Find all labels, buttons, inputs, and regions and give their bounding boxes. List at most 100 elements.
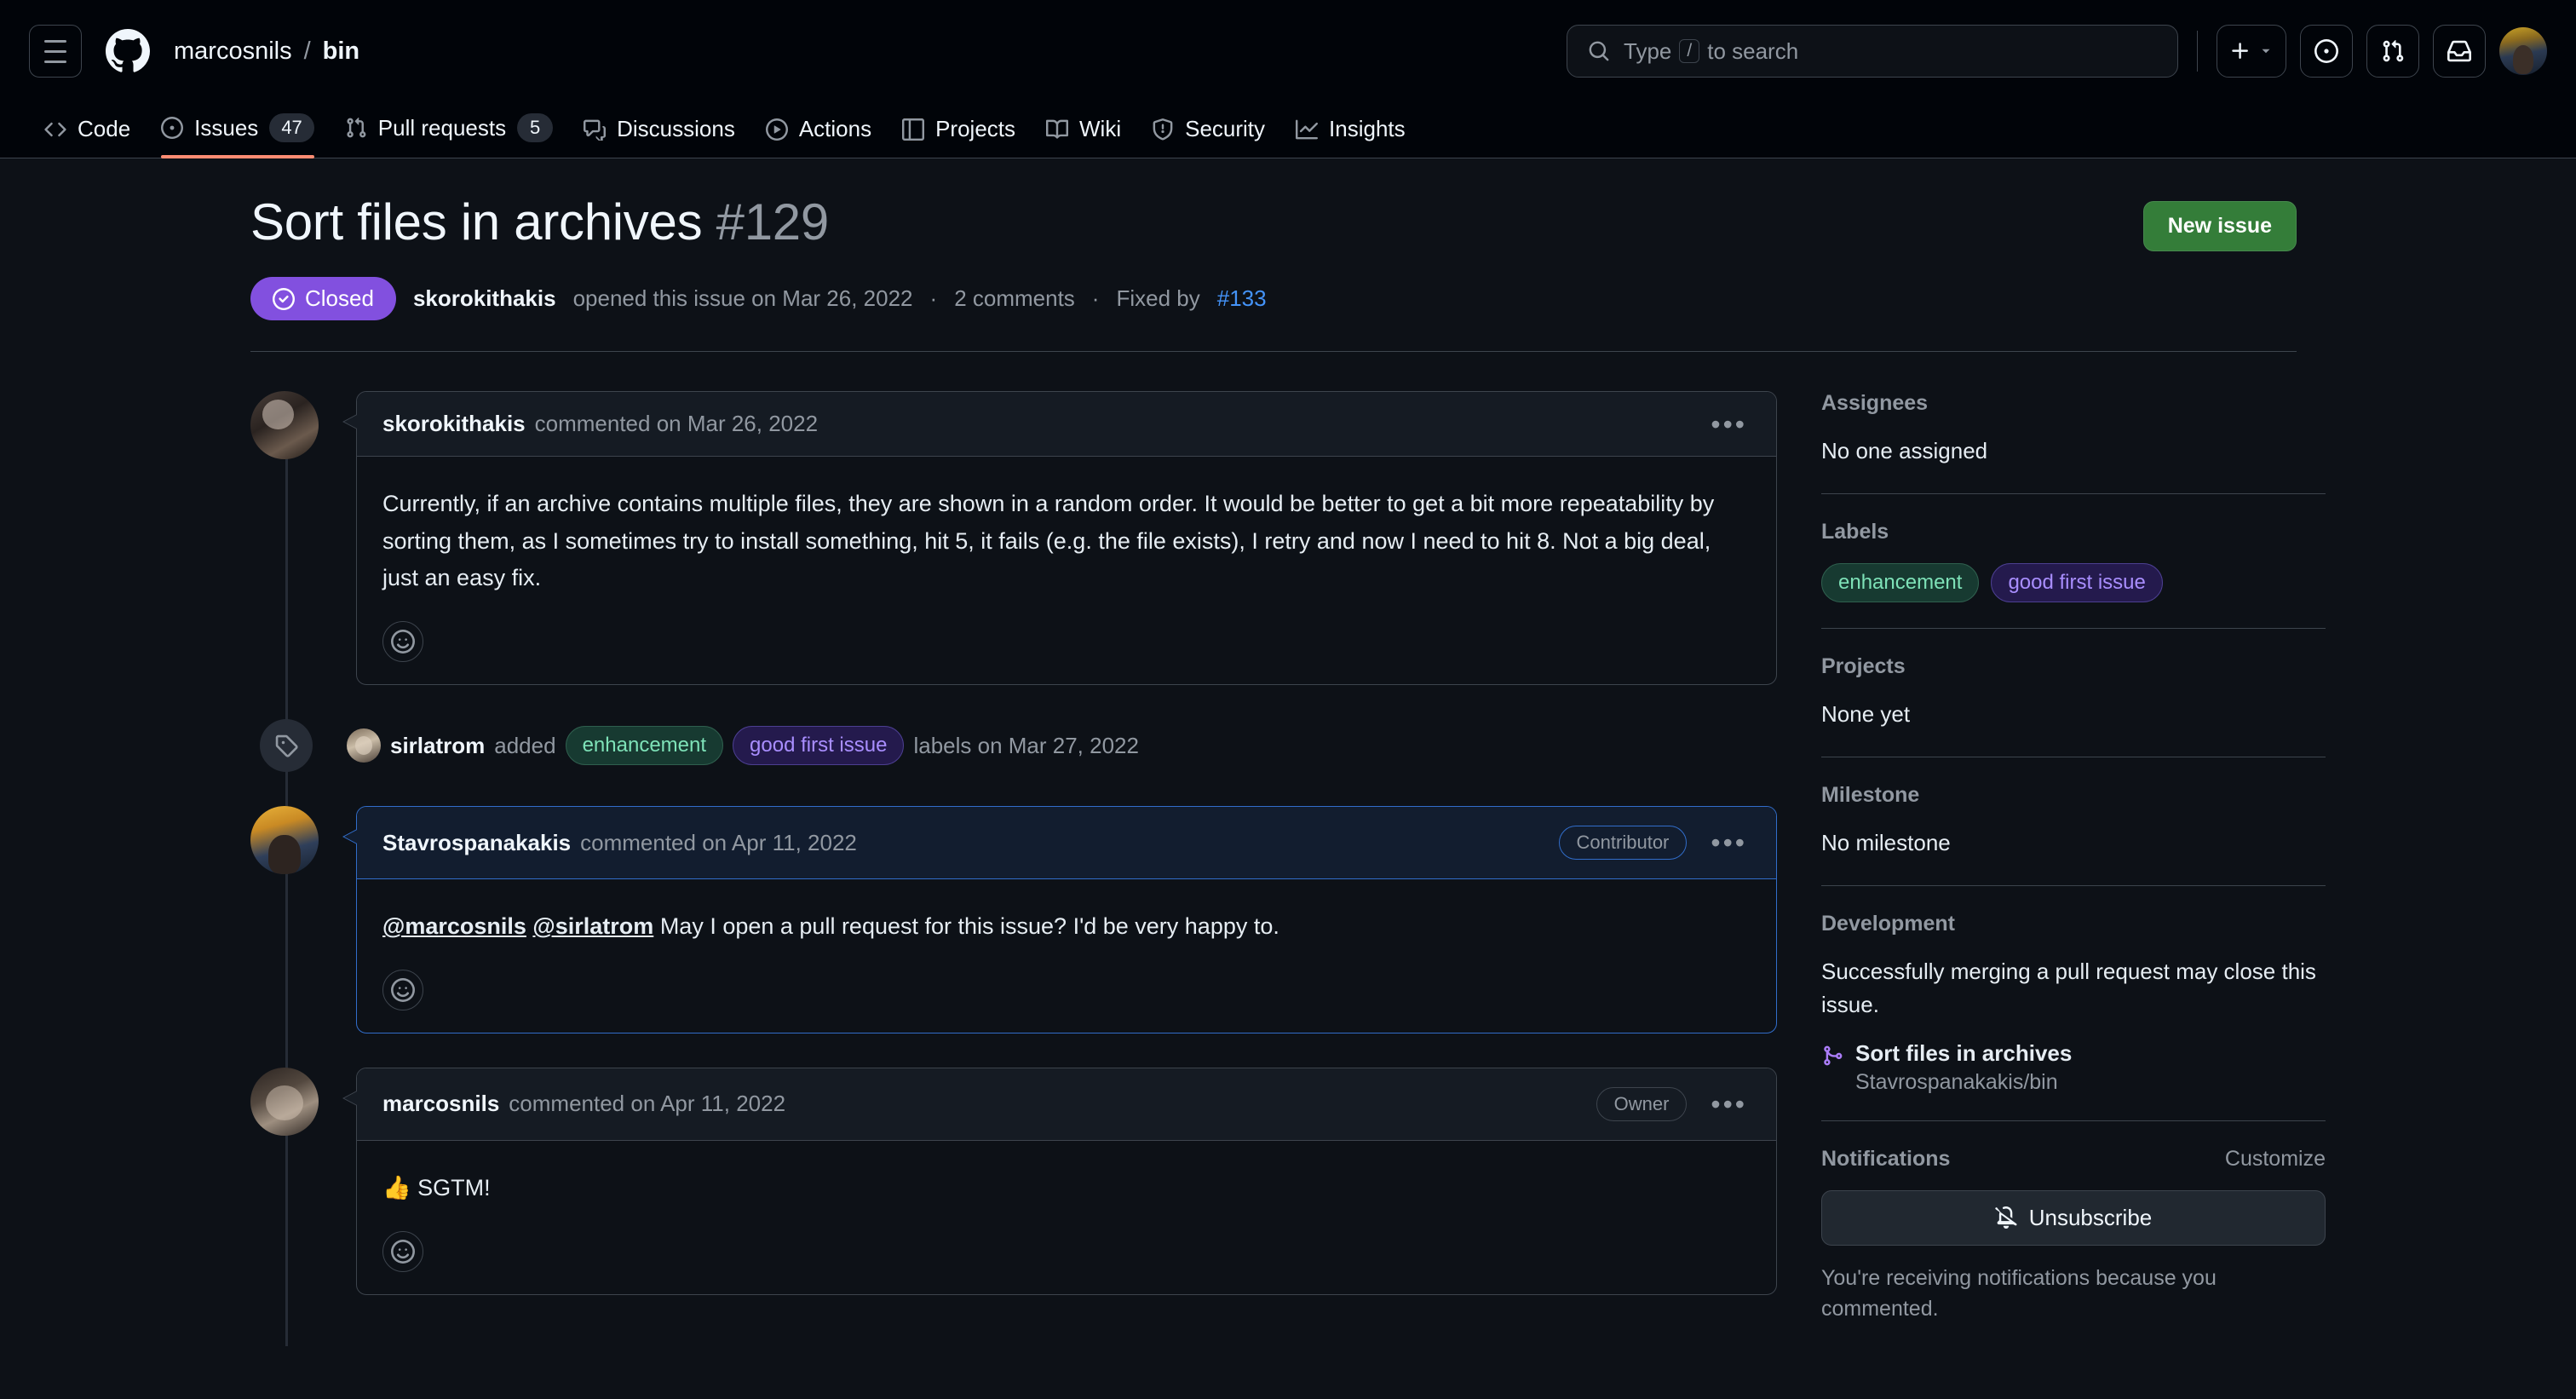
development-heading[interactable]: Development — [1821, 912, 1955, 936]
avatar[interactable] — [250, 391, 319, 459]
comment-reactions — [357, 613, 1776, 684]
kebab-horizontal-icon[interactable]: ••• — [1707, 1091, 1751, 1118]
avatar[interactable] — [347, 728, 381, 763]
tab-insights[interactable]: Insights — [1280, 116, 1421, 158]
tab-actions[interactable]: Actions — [750, 116, 887, 158]
status-badge: Closed — [250, 277, 396, 320]
comment-box: marcosnils commented on Apr 11, 2022 Own… — [342, 1067, 1777, 1295]
comment-text: 👍 SGTM! — [382, 1174, 491, 1200]
issue-number: #129 — [716, 193, 830, 250]
create-new-button[interactable] — [2217, 25, 2286, 78]
shield-icon — [1153, 118, 1173, 140]
smiley-icon[interactable] — [382, 969, 423, 1010]
status-badge-label: Closed — [305, 285, 374, 311]
breadcrumb-separator: / — [303, 37, 311, 65]
assignees-heading[interactable]: Assignees — [1821, 391, 1928, 416]
unsubscribe-button[interactable]: Unsubscribe — [1821, 1189, 2326, 1246]
issue-closed-icon — [273, 287, 295, 310]
timeline-comment: marcosnils commented on Apr 11, 2022 Own… — [250, 1067, 1777, 1295]
projects-value: None yet — [1821, 700, 1911, 727]
linked-pr-title: Sort files in archives — [1855, 1039, 2073, 1066]
issue-opened-text: opened this issue on Mar 26, 2022 — [572, 285, 913, 311]
comment-reactions — [357, 1223, 1776, 1294]
sidebar-section-labels: Labels enhancement good first issue — [1821, 493, 2326, 628]
tab-pull-requests[interactable]: Pull requests 5 — [330, 113, 568, 158]
linked-pull-request[interactable]: Sort files in archives Stavrospanakakis/… — [1821, 1040, 2326, 1095]
tab-projects[interactable]: Projects — [887, 116, 1031, 158]
fixed-by-link[interactable]: #133 — [1217, 285, 1267, 312]
comment-header: marcosnils commented on Apr 11, 2022 Own… — [357, 1068, 1776, 1141]
search-input[interactable]: Type / to search — [1567, 25, 2178, 78]
event-actor[interactable]: sirlatrom — [390, 733, 485, 759]
notifications-heading: Notifications — [1821, 1146, 1951, 1171]
code-icon — [44, 122, 66, 136]
tab-discussions-label: Discussions — [617, 116, 735, 141]
label-chip-enhancement[interactable]: enhancement — [565, 726, 724, 765]
sidebar-section-development: Development Successfully merging a pull … — [1821, 884, 2326, 1120]
timeline: skorokithakis commented on Mar 26, 2022 … — [250, 391, 1777, 1346]
your-pull-requests-button[interactable] — [2366, 25, 2419, 78]
kebab-horizontal-icon[interactable]: ••• — [1707, 829, 1751, 856]
issue-subheader: Closed skorokithakis opened this issue o… — [29, 251, 2518, 320]
issue-comment-count: 2 comments — [954, 285, 1075, 311]
tab-wiki[interactable]: Wiki — [1031, 116, 1136, 158]
issue-title-text: Sort files in archives — [250, 193, 703, 250]
play-icon — [765, 118, 788, 141]
page-title: Sort files in archives #129 — [250, 193, 2143, 251]
smiley-icon[interactable] — [382, 621, 423, 663]
tab-code[interactable]: Code — [29, 116, 146, 158]
comment-author[interactable]: Stavrospanakakis — [382, 830, 571, 856]
sidebar-section-milestone: Milestone No milestone — [1821, 756, 2326, 885]
projects-heading[interactable]: Projects — [1821, 654, 1906, 679]
graph-icon — [1296, 119, 1319, 139]
tab-pull-requests-count: 5 — [517, 113, 554, 142]
labels-heading[interactable]: Labels — [1821, 520, 1889, 544]
notifications-inbox-button[interactable] — [2433, 25, 2486, 78]
book-icon — [1046, 119, 1069, 139]
chevron-down-icon — [2262, 49, 2270, 54]
comment-author[interactable]: skorokithakis — [382, 411, 526, 437]
new-issue-button[interactable]: New issue — [2142, 201, 2297, 251]
comment-reactions — [357, 961, 1776, 1033]
milestone-value: No milestone — [1821, 829, 1951, 855]
search-placeholder-pre: Type — [1624, 37, 1672, 64]
smiley-icon[interactable] — [382, 1230, 423, 1272]
label-event-text: sirlatrom added enhancement good first i… — [347, 726, 1139, 765]
label-chip-good-first-issue[interactable]: good first issue — [1991, 563, 2163, 602]
comment-discussion-icon — [584, 119, 607, 141]
avatar[interactable] — [250, 1067, 319, 1136]
tab-security[interactable]: Security — [1136, 116, 1280, 158]
your-issues-button[interactable] — [2300, 25, 2353, 78]
comment-timestamp: commented on Apr 11, 2022 — [509, 1091, 786, 1117]
global-header: marcosnils / bin Type / to search — [0, 0, 2576, 102]
plus-icon — [2232, 43, 2248, 59]
comment-header: Stavrospanakakis commented on Apr 11, 20… — [357, 807, 1776, 880]
github-logo-icon[interactable] — [106, 29, 150, 73]
event-verb: added — [494, 732, 556, 758]
sidebar-section-assignees: Assignees No one assigned — [1821, 391, 2326, 493]
issue-author[interactable]: skorokithakis — [413, 285, 556, 312]
breadcrumb-owner[interactable]: marcosnils — [174, 37, 292, 66]
tab-discussions[interactable]: Discussions — [568, 116, 750, 158]
table-icon — [902, 118, 925, 141]
kebab-horizontal-icon[interactable]: ••• — [1707, 411, 1751, 438]
meta-dot-1: · — [929, 285, 938, 311]
mention-sirlatrom[interactable]: @sirlatrom — [532, 913, 653, 939]
comment-author[interactable]: marcosnils — [382, 1091, 499, 1117]
tab-projects-label: Projects — [935, 116, 1016, 141]
milestone-heading[interactable]: Milestone — [1821, 783, 1919, 808]
label-chip-enhancement[interactable]: enhancement — [1821, 563, 1980, 602]
mention-marcosnils[interactable]: @marcosnils — [382, 913, 526, 939]
git-pull-request-merged-icon — [1824, 1045, 1843, 1065]
breadcrumb-repo[interactable]: bin — [323, 37, 360, 66]
tab-issues[interactable]: Issues 47 — [146, 113, 330, 158]
hamburger-icon[interactable] — [29, 25, 82, 78]
author-role-badge: Owner — [1596, 1086, 1688, 1121]
label-chip-good-first-issue[interactable]: good first issue — [733, 726, 905, 765]
issue-header: Sort files in archives #129 New issue — [29, 193, 2518, 251]
avatar[interactable] — [250, 806, 319, 875]
meta-dot-2: · — [1091, 285, 1100, 311]
comment-box: Stavrospanakakis commented on Apr 11, 20… — [342, 806, 1777, 1033]
customize-notifications-link[interactable]: Customize — [2225, 1147, 2326, 1172]
avatar[interactable] — [2499, 27, 2547, 75]
